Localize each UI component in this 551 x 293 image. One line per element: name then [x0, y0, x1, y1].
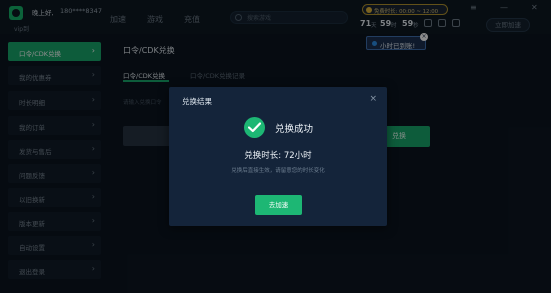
redeem-duration: 兑换时长: 72小时	[244, 151, 312, 161]
success-message: 兑换成功	[275, 124, 314, 135]
dialog-title: 兑换结果	[182, 97, 212, 106]
success-check-icon	[244, 117, 265, 138]
go-accelerate-button[interactable]: 去加速	[255, 195, 302, 215]
close-icon[interactable]: ×	[369, 94, 377, 104]
redeem-note: 兑换后直接生效，请留意您的时长变化	[231, 168, 325, 174]
redeem-result-dialog: 兑换结果 × 兑换成功 兑换时长: 72小时 兑换后直接生效，请留意您的时长变化…	[169, 87, 387, 226]
